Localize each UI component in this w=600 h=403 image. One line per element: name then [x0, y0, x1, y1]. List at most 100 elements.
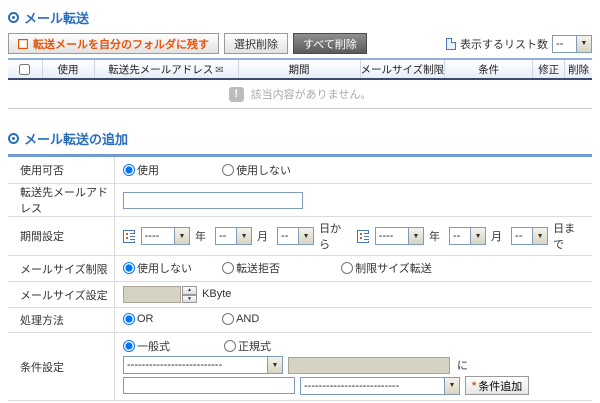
- table-header-row: 使用 転送先メールアドレス✉ 期間 メールサイズ制限 条件 修正 削除: [8, 59, 592, 79]
- general-expression-radio[interactable]: [123, 340, 135, 352]
- list-count-label: 表示するリスト数: [460, 36, 548, 52]
- condition-row: 条件設定 一般式 正規式 --------------------------: [8, 333, 592, 401]
- size-limit-limited-option[interactable]: 制限サイズ転送: [341, 260, 432, 276]
- exclamation-icon: !: [229, 87, 244, 102]
- condition-value-input[interactable]: [288, 357, 450, 374]
- address-row: 転送先メールアドレス: [8, 184, 592, 217]
- spinner-buttons: ▲ ▼: [182, 286, 197, 303]
- mail-icon: ✉: [215, 65, 223, 76]
- column-header-period: 期間: [238, 59, 360, 79]
- delete-selected-button[interactable]: 選択削除: [224, 33, 288, 54]
- size-unit: KByte: [202, 288, 231, 300]
- size-limit-not-use-radio[interactable]: [123, 262, 135, 274]
- use-field: 使用 使用しない: [115, 156, 593, 184]
- size-limit-label: メールサイズ制限: [8, 256, 115, 282]
- or-option[interactable]: OR: [123, 313, 211, 325]
- use-radio[interactable]: [123, 164, 135, 176]
- from-day-select[interactable]: --▼: [277, 227, 314, 245]
- size-limit-row: メールサイズ制限 使用しない 転送拒否 制限サイズ転送: [8, 256, 592, 282]
- column-header-use: 使用: [42, 59, 94, 79]
- address-field-cell: [115, 184, 593, 217]
- method-label: 処理方法: [8, 308, 115, 333]
- size-input[interactable]: [123, 286, 181, 303]
- calendar-icon[interactable]: [357, 230, 369, 243]
- to-day-select[interactable]: --▼: [511, 227, 548, 245]
- month-suffix: 月: [491, 228, 502, 244]
- address-label: 転送先メールアドレス: [8, 184, 115, 217]
- condition-keyword-input[interactable]: [123, 377, 295, 394]
- section-bullet-icon: [8, 133, 19, 144]
- size-spinner: ▲ ▼: [123, 286, 197, 303]
- condition-keyword-line: -------------------------- ▼ * 条件追加: [123, 376, 588, 395]
- method-row: 処理方法 OR AND: [8, 308, 592, 333]
- list-toolbar: 転送メールを自分のフォルダに残す 選択削除 すべて削除 表示するリスト数 -- …: [8, 33, 592, 58]
- add-form-title-row: メール転送の追加: [8, 129, 592, 148]
- regex-option[interactable]: 正規式: [224, 338, 271, 354]
- size-setting-row: メールサイズ設定 ▲ ▼ KByte: [8, 282, 592, 308]
- period-row: 期間設定 ----▼ 年 --▼ 月 --▼ 日から ----▼ 年 --▼ 月…: [8, 217, 592, 256]
- list-count-control: 表示するリスト数 -- ▼: [446, 35, 592, 53]
- forward-address-input[interactable]: [123, 192, 303, 209]
- period-label: 期間設定: [8, 217, 115, 256]
- or-radio[interactable]: [123, 313, 135, 325]
- select-all-checkbox[interactable]: [19, 64, 30, 75]
- forward-list-table: 使用 転送先メールアドレス✉ 期間 メールサイズ制限 条件 修正 削除: [8, 58, 592, 80]
- list-count-select[interactable]: -- ▼: [552, 35, 592, 53]
- spinner-up-icon[interactable]: ▲: [182, 286, 197, 295]
- keep-checkbox-icon[interactable]: [18, 39, 28, 49]
- month-suffix: 月: [257, 228, 268, 244]
- size-limit-not-use-option[interactable]: 使用しない: [123, 260, 211, 276]
- chevron-down-icon: ▼: [408, 228, 423, 244]
- size-setting-field: ▲ ▼ KByte: [115, 282, 593, 308]
- section-bullet-icon: [8, 12, 19, 23]
- delete-all-button[interactable]: すべて削除: [293, 33, 367, 54]
- size-limit-reject-option[interactable]: 転送拒否: [222, 260, 330, 276]
- calendar-icon[interactable]: [123, 230, 135, 243]
- use-option[interactable]: 使用: [123, 162, 211, 178]
- size-setting-label: メールサイズ設定: [8, 282, 115, 308]
- regex-radio[interactable]: [224, 340, 236, 352]
- condition-suffix: に: [457, 357, 468, 373]
- column-header-size-limit: メールサイズ制限: [360, 59, 445, 79]
- condition-type-line: 一般式 正規式: [123, 338, 588, 354]
- year-suffix: 年: [429, 228, 440, 244]
- condition-label: 条件設定: [8, 333, 115, 401]
- method-field: OR AND: [115, 308, 593, 333]
- to-year-select[interactable]: ----▼: [375, 227, 424, 245]
- chevron-down-icon: ▼: [174, 228, 189, 244]
- asterisk-icon: *: [472, 380, 476, 392]
- size-limit-field: 使用しない 転送拒否 制限サイズ転送: [115, 256, 593, 282]
- select-all-cell: [8, 59, 42, 79]
- not-use-option[interactable]: 使用しない: [222, 162, 291, 178]
- add-condition-button[interactable]: * 条件追加: [465, 376, 529, 395]
- chevron-down-icon: ▼: [236, 228, 251, 244]
- day-from-suffix: 日から: [319, 220, 348, 252]
- chevron-down-icon: ▼: [444, 378, 459, 394]
- empty-state: ! 該当内容がありません。: [8, 80, 592, 109]
- general-expression-option[interactable]: 一般式: [123, 338, 211, 354]
- column-header-address: 転送先メールアドレス✉: [94, 59, 238, 79]
- column-header-delete: 削除: [565, 59, 592, 79]
- size-limit-reject-radio[interactable]: [222, 262, 234, 274]
- chevron-down-icon: ▼: [532, 228, 547, 244]
- use-label: 使用可否: [8, 156, 115, 184]
- condition-target-select[interactable]: -------------------------- ▼: [123, 356, 283, 374]
- chevron-down-icon: ▼: [298, 228, 313, 244]
- from-month-select[interactable]: --▼: [215, 227, 252, 245]
- from-year-select[interactable]: ----▼: [141, 227, 190, 245]
- spinner-down-icon[interactable]: ▼: [182, 295, 197, 304]
- not-use-radio[interactable]: [222, 164, 234, 176]
- size-limit-limited-radio[interactable]: [341, 262, 353, 274]
- forward-list-title-row: メール転送: [8, 8, 592, 27]
- use-row: 使用可否 使用 使用しない: [8, 156, 592, 184]
- column-header-edit: 修正: [533, 59, 565, 79]
- condition-second-select[interactable]: -------------------------- ▼: [300, 377, 460, 395]
- chevron-down-icon: ▼: [576, 36, 591, 52]
- and-option[interactable]: AND: [222, 313, 259, 325]
- condition-target-line: -------------------------- ▼ に: [123, 356, 588, 374]
- mail-forward-page: メール転送 転送メールを自分のフォルダに残す 選択削除 すべて削除 表示するリス…: [0, 0, 600, 403]
- to-month-select[interactable]: --▼: [449, 227, 486, 245]
- empty-message: 該当内容がありません。: [251, 86, 372, 102]
- and-radio[interactable]: [222, 313, 234, 325]
- keep-in-folder-button[interactable]: 転送メールを自分のフォルダに残す: [8, 33, 219, 54]
